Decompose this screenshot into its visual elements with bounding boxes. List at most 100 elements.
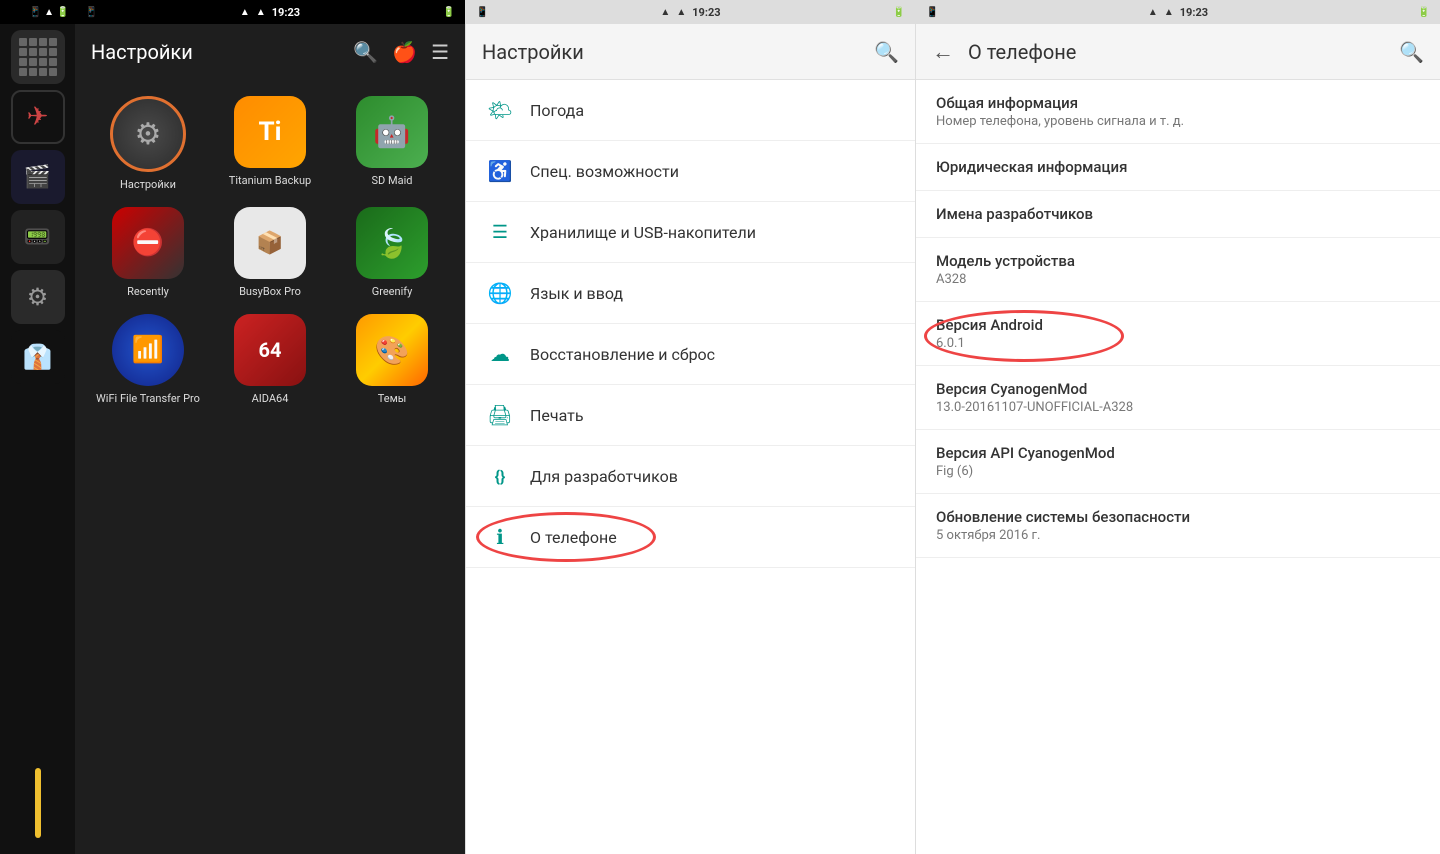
settings-list-panel: 📱 ▲ ▲ 19:23 🔋 Настройки 🔍 🌤 Погода ♿ Сп (465, 0, 915, 854)
about-item-model[interactable]: Модель устройства A328 (916, 238, 1440, 302)
settings-icon-storage: ☰ (486, 218, 514, 246)
app-label-temy: Темы (378, 392, 407, 405)
about-item-title-general: Общая информация (936, 94, 1420, 112)
app-drawer-sidebar: 📱 ▲ 🔋 ✈ 🎬 📟 ⚙ 👔 (0, 0, 75, 854)
settings-item-pogoda[interactable]: 🌤 Погода (466, 80, 915, 141)
search-icon-3[interactable]: 🔍 (1399, 40, 1424, 64)
about-item-title-developers: Имена разработчиков (936, 205, 1420, 223)
about-item-subtitle-cyanogenmod: 13.0-20161107-UNOFFICIAL-A328 (936, 400, 1420, 415)
sidebar-grid-icon[interactable] (11, 30, 65, 84)
wifi-icon-2: ▲ (676, 7, 686, 18)
battery-icon-2: 🔋 (893, 7, 905, 18)
sidebar-gear-icon[interactable]: ⚙ (11, 270, 65, 324)
settings-label-pogoda: Погода (530, 101, 584, 120)
app-label-wifi-transfer: WiFi File Transfer Pro (96, 392, 200, 405)
signal-icon-1: ▲ (240, 7, 250, 18)
about-item-title-android: Версия Android (936, 316, 1420, 334)
about-item-android-version[interactable]: Версия Android 6.0.1 (916, 302, 1440, 366)
settings-icon-developer: {} (486, 462, 514, 490)
app-item-temy[interactable]: 🎨 Темы (335, 314, 449, 405)
settings-item-developer[interactable]: {} Для разработчиков (466, 446, 915, 507)
about-item-subtitle-general: Номер телефона, уровень сигнала и т. д. (936, 114, 1420, 129)
app-label-nastroyki: Настройки (120, 178, 176, 191)
about-item-title-legal: Юридическая информация (936, 158, 1420, 176)
app-label-greenify: Greenify (372, 285, 413, 298)
about-item-security-update[interactable]: Обновление системы безопасности 5 октябр… (916, 494, 1440, 558)
app-item-busybox[interactable]: 📦 BusyBox Pro (213, 207, 327, 298)
settings-panel-title: Настройки (91, 40, 339, 64)
about-item-title-model: Модель устройства (936, 252, 1420, 270)
app-item-greenify[interactable]: 🍃 Greenify (335, 207, 449, 298)
app-label-sdmaid: SD Maid (372, 174, 413, 187)
status-bar-left-1: 📱 (85, 7, 97, 18)
about-item-subtitle-cyanogenmod-api: Fig (6) (936, 464, 1420, 479)
notification-icon-3: 📱 (926, 7, 938, 18)
about-item-subtitle-model: A328 (936, 272, 1420, 287)
settings-item-storage[interactable]: ☰ Хранилище и USB-накопители (466, 202, 915, 263)
apple-icon[interactable]: 🍎 (392, 40, 417, 64)
settings-item-language[interactable]: 🌐 Язык и ввод (466, 263, 915, 324)
app-label-aida64: AIDA64 (252, 392, 289, 405)
about-item-developers[interactable]: Имена разработчиков (916, 191, 1440, 238)
yellow-scroll-bar (35, 768, 41, 838)
about-phone-panel: 📱 ▲ ▲ 19:23 🔋 ← О телефоне 🔍 Общая инфор… (915, 0, 1440, 854)
notification-icon-1: 📱 (85, 7, 97, 18)
about-item-title-cyanogenmod-api: Версия API CyanogenMod (936, 444, 1420, 462)
settings-item-accessibility[interactable]: ♿ Спец. возможности (466, 141, 915, 202)
sidebar-suit-icon[interactable]: 👔 (11, 330, 65, 384)
app-item-wifi-transfer[interactable]: 📶 WiFi File Transfer Pro (91, 314, 205, 405)
settings-label-about: О телефоне (530, 528, 617, 547)
settings-icon-pogoda: 🌤 (486, 96, 514, 124)
settings-icon-language: 🌐 (486, 279, 514, 307)
app-label-recently: Recently (127, 285, 169, 298)
settings-label-print: Печать (530, 406, 584, 425)
settings-label-backup: Восстановление и сброс (530, 345, 715, 364)
settings-icon-backup: ☁ (486, 340, 514, 368)
about-item-title-cyanogenmod: Версия CyanogenMod (936, 380, 1420, 398)
settings-app-panel: 📱 ▲ ▲ 19:23 🔋 Настройки 🔍 🍎 ☰ (75, 0, 465, 854)
menu-icon-1[interactable]: ☰ (431, 40, 449, 64)
search-icon-1[interactable]: 🔍 (353, 40, 378, 64)
signal-icon-3: ▲ (1148, 7, 1158, 18)
notification-icon-2: 📱 (476, 7, 488, 18)
about-item-cyanogenmod-version[interactable]: Версия CyanogenMod 13.0-20161107-UNOFFIC… (916, 366, 1440, 430)
about-item-general[interactable]: Общая информация Номер телефона, уровень… (916, 80, 1440, 144)
settings-label-language: Язык и ввод (530, 284, 623, 303)
app-label-titanium: Titanium Backup (229, 174, 311, 187)
time-display-2: 19:23 (692, 6, 720, 19)
time-display-3: 19:23 (1180, 6, 1208, 19)
time-display-1: 19:23 (272, 6, 300, 19)
about-panel-title: О телефоне (968, 40, 1385, 64)
wifi-status-icon-1: ▲ (256, 7, 266, 18)
settings-icon-print: 🖨 (486, 401, 514, 429)
search-icon-2[interactable]: 🔍 (874, 40, 899, 64)
about-item-subtitle-security: 5 октября 2016 г. (936, 528, 1420, 543)
settings-label-accessibility: Спец. возможности (530, 162, 679, 181)
settings-item-about[interactable]: ℹ О телефоне (466, 507, 915, 568)
app-item-recently[interactable]: ⛔ Recently (91, 207, 205, 298)
signal-icon-2: ▲ (660, 7, 670, 18)
app-item-aida64[interactable]: 64 AIDA64 (213, 314, 327, 405)
about-item-title-security: Обновление системы безопасности (936, 508, 1420, 526)
settings-icon-about: ℹ (486, 523, 514, 551)
back-icon[interactable]: ← (932, 39, 954, 65)
sidebar-clock-icon[interactable]: 📟 (11, 210, 65, 264)
wifi-icon-3: ▲ (1164, 7, 1174, 18)
sidebar-compass-icon[interactable]: ✈ (11, 90, 65, 144)
about-item-subtitle-android: 6.0.1 (936, 336, 1420, 351)
settings-label-developer: Для разработчиков (530, 467, 678, 486)
app-label-busybox: BusyBox Pro (239, 285, 301, 298)
about-item-cyanogenmod-api[interactable]: Версия API CyanogenMod Fig (6) (916, 430, 1440, 494)
about-item-legal[interactable]: Юридическая информация (916, 144, 1440, 191)
settings-item-print[interactable]: 🖨 Печать (466, 385, 915, 446)
settings-icon-accessibility: ♿ (486, 157, 514, 185)
app-item-sdmaid[interactable]: 🤖 SD Maid (335, 96, 449, 191)
app-item-titanium[interactable]: Ti Titanium Backup (213, 96, 327, 191)
sidebar-film-icon[interactable]: 🎬 (11, 150, 65, 204)
battery-icon-3: 🔋 (1418, 7, 1430, 18)
battery-icon-1: 🔋 (443, 7, 455, 18)
settings-label-storage: Хранилище и USB-накопители (530, 223, 756, 242)
settings-list-title: Настройки (482, 40, 860, 64)
settings-item-backup[interactable]: ☁ Восстановление и сброс (466, 324, 915, 385)
app-item-nastroyki[interactable]: ⚙ Настройки (91, 96, 205, 191)
